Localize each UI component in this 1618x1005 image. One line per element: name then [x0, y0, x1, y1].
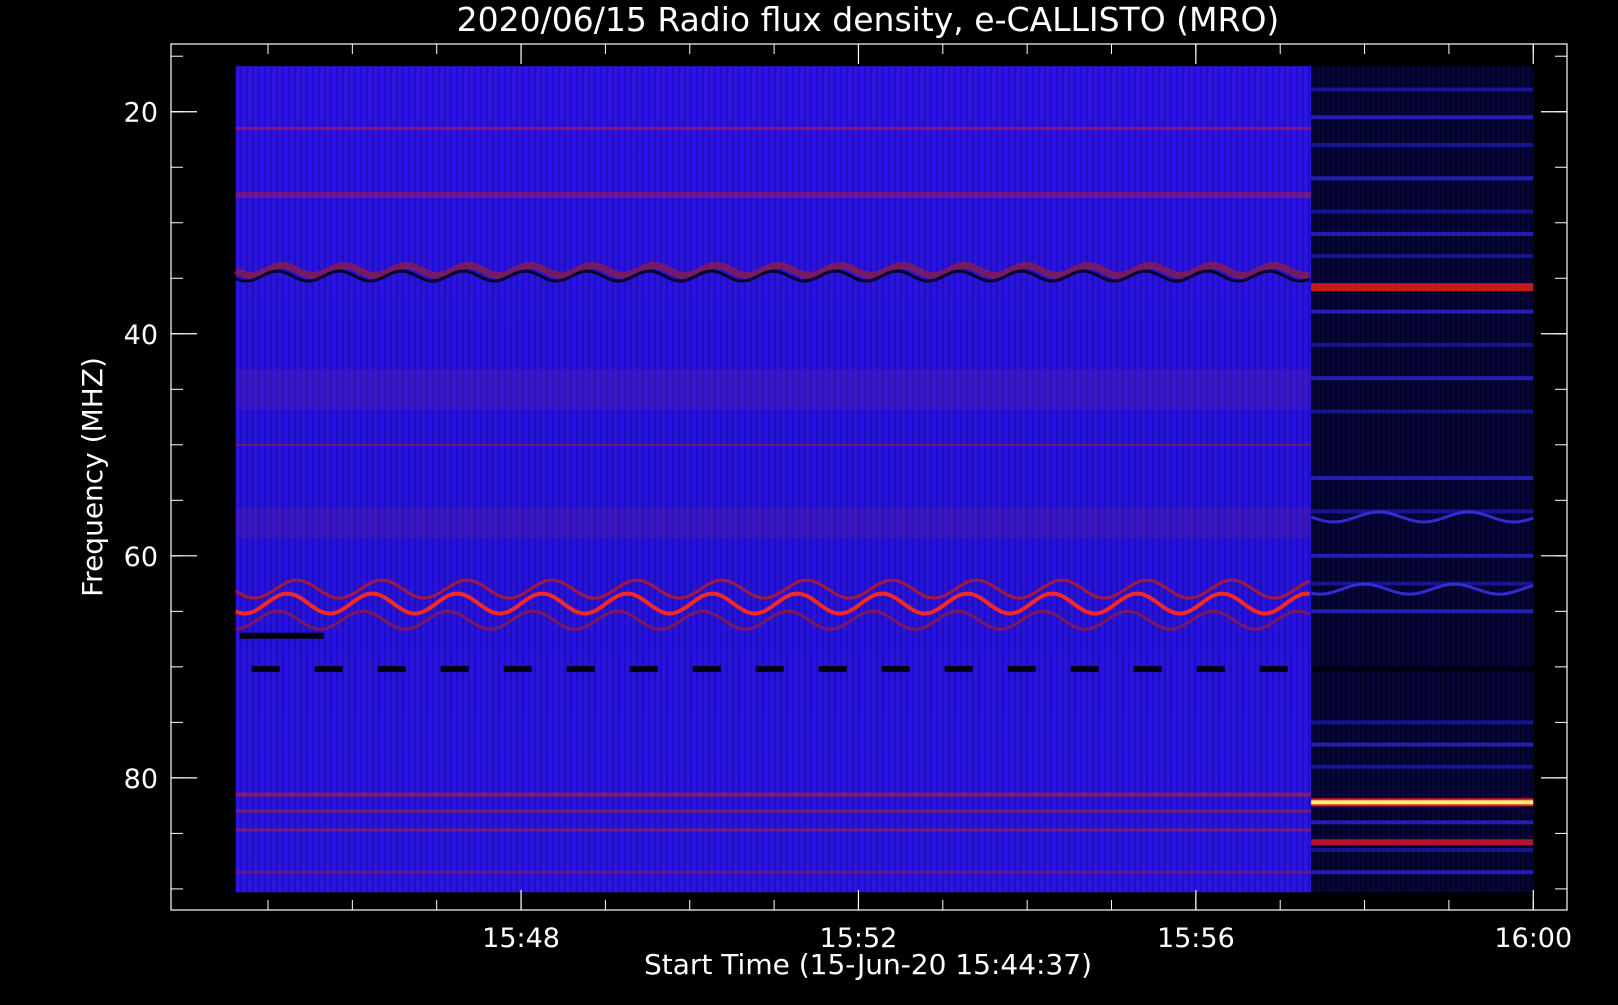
dashed-dark-segment: [1007, 666, 1036, 673]
dashed-dark-line-late: [1311, 666, 1534, 673]
y-tick-label: 60: [124, 542, 158, 573]
intensity-band: [235, 126, 1312, 130]
dark-bar-start: [239, 632, 324, 639]
dashed-dark-segment: [1259, 666, 1288, 673]
chart-title: 2020/06/15 Radio flux density, e-CALLIST…: [457, 0, 1280, 39]
x-tick-label: 15:56: [1157, 923, 1235, 954]
y-axis-label: Frequency (MHZ): [76, 357, 109, 597]
heatmap-layer: [234, 66, 1534, 893]
dashed-dark-segment: [1196, 666, 1225, 673]
intensity-band: [235, 443, 1312, 446]
intensity-band: [235, 870, 1312, 874]
dashed-dark-segment: [251, 666, 280, 673]
segment-2-band: [1311, 376, 1534, 381]
segment-2-band: [1311, 115, 1534, 120]
dashed-dark-segment: [503, 666, 532, 673]
dashed-dark-segment: [440, 666, 469, 673]
spectrogram-chart: 15:48 15:52 15:56 16:00 20 40 60 80 2020/06/15…: [0, 0, 1618, 1000]
intensity-band: [235, 191, 1312, 198]
segment-2-band: [1311, 509, 1534, 514]
dashed-dark-segment: [755, 666, 784, 673]
intensity-band: [235, 828, 1312, 832]
segment-2-band: [1311, 209, 1534, 214]
dashed-dark-segment: [818, 666, 847, 673]
segment-2-band: [1311, 309, 1534, 314]
segment-2-band: [1311, 742, 1534, 747]
y-tick-label: 80: [124, 764, 158, 795]
heatmap-texture: [235, 66, 1312, 893]
segment-2-band: [1311, 87, 1534, 92]
segment-2-band: [1311, 609, 1534, 614]
y-tick-label: 20: [124, 98, 158, 129]
dashed-dark-segment: [1133, 666, 1162, 673]
late-red-band: [1311, 283, 1534, 292]
segment-2-band: [1311, 553, 1534, 558]
segment-2-band: [1311, 720, 1534, 725]
dashed-dark-segment: [377, 666, 406, 673]
intensity-band: [235, 507, 1312, 538]
segment-2-band: [1311, 143, 1534, 148]
late-red-band-2: [1311, 839, 1534, 846]
segment-2-band: [1311, 870, 1534, 875]
dashed-dark-segment: [566, 666, 595, 673]
intensity-band: [235, 369, 1312, 410]
intensity-band: [235, 792, 1312, 797]
dashed-dark-segment: [881, 666, 910, 673]
dashed-dark-segment: [1070, 666, 1099, 673]
x-tick-label: 15:48: [482, 923, 560, 954]
spectrogram-figure: 15:48 15:52 15:56 16:00 20406080 2020/06/15…: [0, 0, 1618, 1000]
dashed-dark-segment: [944, 666, 973, 673]
segment-2-band: [1311, 409, 1534, 414]
dashed-dark-segment: [314, 666, 343, 673]
x-axis-label: Start Time (15-Jun-20 15:44:37): [644, 948, 1092, 981]
dashed-dark-segment: [692, 666, 721, 673]
segment-2-band: [1311, 342, 1534, 347]
segment-2-band: [1311, 476, 1534, 481]
segment-2-band: [1311, 581, 1534, 586]
segment-2-band: [1311, 176, 1534, 181]
segment-2-band: [1311, 848, 1534, 853]
segment-2-band: [1311, 254, 1534, 259]
segment-2-band: [1311, 764, 1534, 769]
intensity-band: [235, 809, 1312, 813]
x-tick-label: 16:00: [1494, 923, 1572, 954]
segment-2-band: [1311, 820, 1534, 825]
dashed-dark-segment: [629, 666, 658, 673]
segment-2-band: [1311, 231, 1534, 236]
late-peak-band: [1311, 800, 1534, 805]
y-tick-label: 40: [124, 320, 158, 351]
